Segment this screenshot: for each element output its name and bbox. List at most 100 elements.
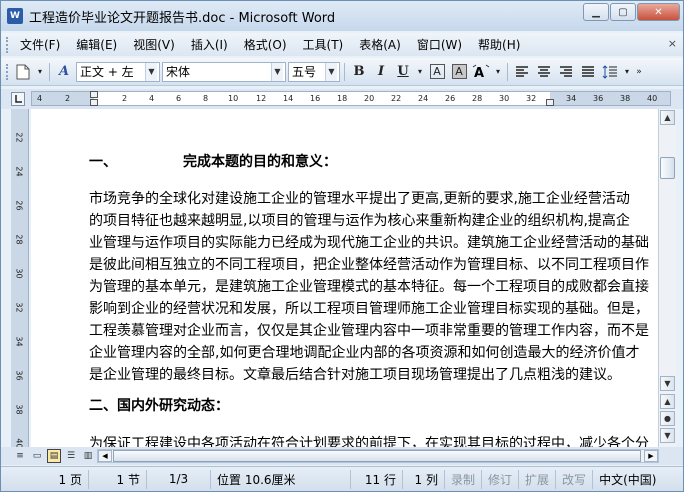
- ruler-tick: 34: [566, 94, 577, 103]
- status-overtype[interactable]: 改写: [556, 469, 594, 489]
- horizontal-scrollbar[interactable]: ◀ ▶: [97, 449, 659, 463]
- section-heading-1: 一、 完成本题的目的和意义：: [89, 153, 337, 171]
- chevron-down-icon[interactable]: ▼: [325, 62, 337, 81]
- next-page-icon[interactable]: ▼: [660, 428, 675, 443]
- ruler-tick: 8: [203, 94, 209, 103]
- heading-title: 完成本题的目的和意义：: [183, 154, 337, 170]
- ruler-tick: 6: [176, 94, 182, 103]
- character-shading-button[interactable]: A: [449, 62, 469, 82]
- menu-insert[interactable]: 插入(I): [183, 36, 236, 53]
- menu-file[interactable]: 文件(F): [12, 36, 68, 53]
- ruler-tick: 28: [472, 94, 483, 103]
- character-scaling-dropdown-icon[interactable]: ▾: [493, 62, 503, 82]
- left-indent-marker[interactable]: [90, 99, 98, 106]
- chevron-down-icon[interactable]: ▼: [271, 62, 283, 81]
- paragraph-line: 影响到企业的经营状况和发展，所以工程项目管理师施工企业管理目标实现的基础。但是，: [89, 301, 649, 317]
- reading-layout-icon[interactable]: ▥: [81, 449, 95, 463]
- underline-button[interactable]: U: [393, 62, 413, 82]
- document-page[interactable]: 一、 完成本题的目的和意义： 市场竞争的全球化对建设施工企业的管理水平提出了更高,…: [31, 109, 658, 447]
- paragraph-line: 是彼此间相互独立的不同工程项目，把企业整体经营活动作为管理目标、以不同工程项目作: [89, 257, 649, 273]
- font-size-combo[interactable]: 五号 ▼: [288, 61, 340, 82]
- status-language[interactable]: 中文(中国): [593, 470, 662, 489]
- paragraph-line: 企业管理内容的全部,如何更合理地调配企业内部的各项资源和如何创造最大的经济价值才: [89, 345, 640, 361]
- ruler-tick: 12: [256, 94, 267, 103]
- tab-selector-icon[interactable]: [11, 92, 25, 106]
- paragraph-line: 是企业管理的最终目标。文章最后结合针对施工项目现场管理提出了几点粗浅的建议。: [89, 367, 621, 383]
- character-scaling-icon[interactable]: A: [471, 62, 491, 82]
- maximize-button[interactable]: ▢: [610, 3, 636, 21]
- normal-view-icon[interactable]: ≡: [13, 449, 27, 463]
- previous-page-icon[interactable]: ▲: [660, 394, 675, 409]
- first-line-indent-marker[interactable]: [90, 91, 98, 98]
- scroll-right-icon[interactable]: ▶: [644, 450, 658, 462]
- scroll-up-icon[interactable]: ▲: [660, 110, 675, 125]
- status-line: 11 行: [351, 469, 403, 489]
- vruler-tick: 32: [14, 302, 24, 313]
- formatting-toolbar: ▾ A 正文 + 左 ▼ 宋体 ▼ 五号 ▼ B I U ▾ A A A ▾ ▾…: [1, 58, 683, 86]
- menu-format[interactable]: 格式(O): [236, 36, 295, 53]
- ruler-tick: 4: [37, 94, 43, 103]
- select-browse-object-icon[interactable]: ●: [660, 411, 675, 426]
- menu-table[interactable]: 表格(A): [351, 36, 409, 53]
- styles-formatting-icon[interactable]: A: [54, 62, 74, 82]
- ruler-tick: 32: [526, 94, 537, 103]
- character-shading-icon: A: [451, 64, 467, 79]
- window-title: 工程造价毕业论文开题报告书.doc - Microsoft Word: [29, 10, 336, 26]
- word-app-icon[interactable]: W: [7, 8, 23, 24]
- vruler-tick: 26: [14, 200, 24, 211]
- vertical-ruler[interactable]: 22 24 26 28 30 32 34 36 38 40: [11, 109, 29, 449]
- status-track-changes[interactable]: 修订: [482, 469, 520, 489]
- print-layout-icon[interactable]: ▤: [47, 449, 61, 463]
- scroll-down-icon[interactable]: ▼: [660, 376, 675, 391]
- menu-help[interactable]: 帮助(H): [470, 36, 528, 53]
- status-section: 1 节: [89, 469, 147, 489]
- toolbar-overflow-icon[interactable]: »: [634, 62, 644, 82]
- italic-button[interactable]: I: [371, 62, 391, 82]
- vruler-tick: 24: [14, 166, 24, 177]
- vertical-scrollbar[interactable]: ▲ ▼ ▲ ● ▼: [658, 109, 676, 447]
- bold-button[interactable]: B: [349, 62, 369, 82]
- line-spacing-dropdown-icon[interactable]: ▾: [622, 62, 632, 82]
- menu-edit[interactable]: 编辑(E): [68, 36, 125, 53]
- toolbar-separator: [49, 62, 50, 81]
- menu-tools[interactable]: 工具(T): [295, 36, 352, 53]
- status-record[interactable]: 录制: [445, 469, 483, 489]
- font-combo[interactable]: 宋体 ▼: [162, 61, 286, 82]
- horizontal-ruler[interactable]: 4 2 2 4 6 8 10 12 14 16 18 20 22 24 26 2…: [31, 91, 671, 106]
- word-window: W 工程造价毕业论文开题报告书.doc - Microsoft Word ▁ ▢…: [0, 0, 684, 492]
- underline-dropdown-icon[interactable]: ▾: [415, 62, 425, 82]
- right-indent-marker[interactable]: [546, 99, 554, 106]
- toolbar-grip-icon[interactable]: [6, 63, 12, 80]
- section-heading-2: 二、国内外研究动态：: [89, 398, 229, 414]
- close-button[interactable]: ✕: [637, 3, 680, 21]
- horizontal-scroll-thumb[interactable]: [113, 450, 641, 462]
- align-center-icon[interactable]: [534, 62, 554, 82]
- align-left-icon[interactable]: [512, 62, 532, 82]
- web-layout-icon[interactable]: ▭: [30, 449, 44, 463]
- justify-icon[interactable]: [578, 62, 598, 82]
- horizontal-scroll-row: ≡ ▭ ▤ ☰ ▥ ◀ ▶: [1, 447, 683, 465]
- close-document-button[interactable]: ×: [668, 37, 677, 50]
- style-combo[interactable]: 正文 + 左 ▼: [76, 61, 160, 82]
- status-extend[interactable]: 扩展: [519, 469, 557, 489]
- menu-view[interactable]: 视图(V): [125, 36, 183, 53]
- outline-view-icon[interactable]: ☰: [64, 449, 78, 463]
- ruler-tick: 26: [445, 94, 456, 103]
- new-document-icon[interactable]: [13, 62, 33, 82]
- ruler-tick: 20: [364, 94, 375, 103]
- character-border-icon: A: [429, 64, 445, 79]
- character-border-button[interactable]: A: [427, 62, 447, 82]
- vruler-tick: 30: [14, 268, 24, 279]
- ruler-tick: 40: [647, 94, 658, 103]
- menu-window[interactable]: 窗口(W): [409, 36, 470, 53]
- toolbar-options-icon[interactable]: ▾: [35, 62, 45, 82]
- line-spacing-icon[interactable]: [600, 62, 620, 82]
- status-page-of: 1/3: [147, 469, 211, 489]
- paragraph-line: 为保证工程建设中各项活动在符合计划要求的前提下，在实现其目标的过程中，减少各个分: [89, 436, 649, 447]
- chevron-down-icon[interactable]: ▼: [145, 62, 157, 81]
- heading-number: 一、: [89, 154, 117, 170]
- scroll-thumb[interactable]: [660, 157, 675, 179]
- minimize-button[interactable]: ▁: [583, 3, 609, 21]
- align-right-icon[interactable]: [556, 62, 576, 82]
- scroll-left-icon[interactable]: ◀: [98, 450, 112, 462]
